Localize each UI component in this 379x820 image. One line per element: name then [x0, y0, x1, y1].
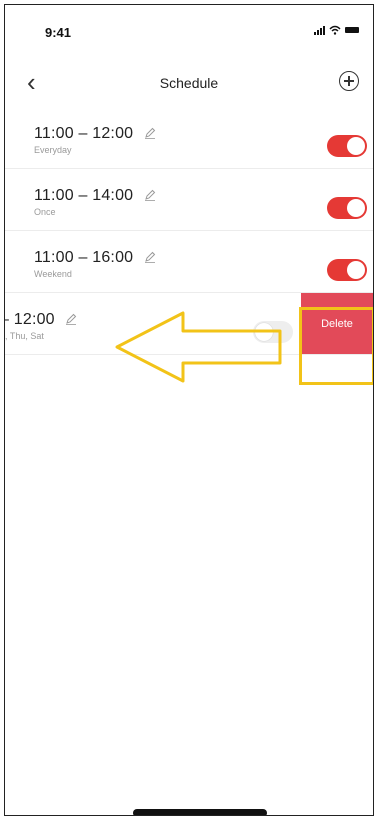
edit-icon[interactable]	[65, 313, 77, 325]
schedule-toggle[interactable]	[327, 259, 367, 281]
schedule-row-content: 11:00 – 14:00 Once	[5, 169, 373, 230]
home-indicator	[133, 809, 267, 815]
schedule-time-label: – 12:00	[5, 311, 55, 328]
status-bar: 9:41	[5, 5, 373, 55]
nav-bar: ‹ Schedule	[5, 63, 373, 107]
delete-highlight-box	[299, 307, 373, 385]
schedule-toggle[interactable]	[327, 135, 367, 157]
schedule-time-label: 11:00 – 16:00	[34, 249, 134, 266]
schedule-row-content: 11:00 – 16:00 Weekend	[5, 231, 373, 292]
schedule-row-content: 11:00 – 12:00 Everyday	[5, 107, 373, 168]
schedule-time-label: 11:00 – 12:00	[34, 125, 134, 142]
page-title: Schedule	[159, 75, 219, 91]
signal-icon	[314, 25, 325, 35]
phone-frame: 9:41 ‹ Schedule 11:00 – 12:00 Everyday 1…	[4, 4, 374, 816]
schedule-time: – 12:00	[5, 311, 77, 329]
schedule-row[interactable]: 11:00 – 14:00 Once	[5, 169, 373, 231]
schedule-time: 11:00 – 12:00	[34, 125, 156, 143]
schedule-repeat: Everyday	[34, 145, 72, 155]
swipe-left-arrow-icon	[115, 311, 282, 383]
status-icons	[314, 25, 359, 35]
schedule-repeat: e, Thu, Sat	[5, 331, 44, 341]
schedule-repeat: Weekend	[34, 269, 72, 279]
toggle-knob	[347, 261, 365, 279]
schedule-toggle[interactable]	[327, 197, 367, 219]
schedule-row[interactable]: 11:00 – 12:00 Everyday	[5, 107, 373, 169]
edit-icon[interactable]	[144, 251, 156, 263]
schedule-repeat: Once	[34, 207, 56, 217]
schedule-time-label: 11:00 – 14:00	[34, 187, 134, 204]
add-schedule-icon[interactable]	[339, 71, 359, 91]
toggle-knob	[347, 137, 365, 155]
schedule-row[interactable]: 11:00 – 16:00 Weekend	[5, 231, 373, 293]
toggle-knob	[347, 199, 365, 217]
edit-icon[interactable]	[144, 127, 156, 139]
schedule-time: 11:00 – 16:00	[34, 249, 156, 267]
wifi-icon	[329, 25, 341, 35]
schedule-time: 11:00 – 14:00	[34, 187, 156, 205]
status-time: 9:41	[45, 25, 72, 40]
edit-icon[interactable]	[144, 189, 156, 201]
battery-icon	[345, 27, 359, 33]
